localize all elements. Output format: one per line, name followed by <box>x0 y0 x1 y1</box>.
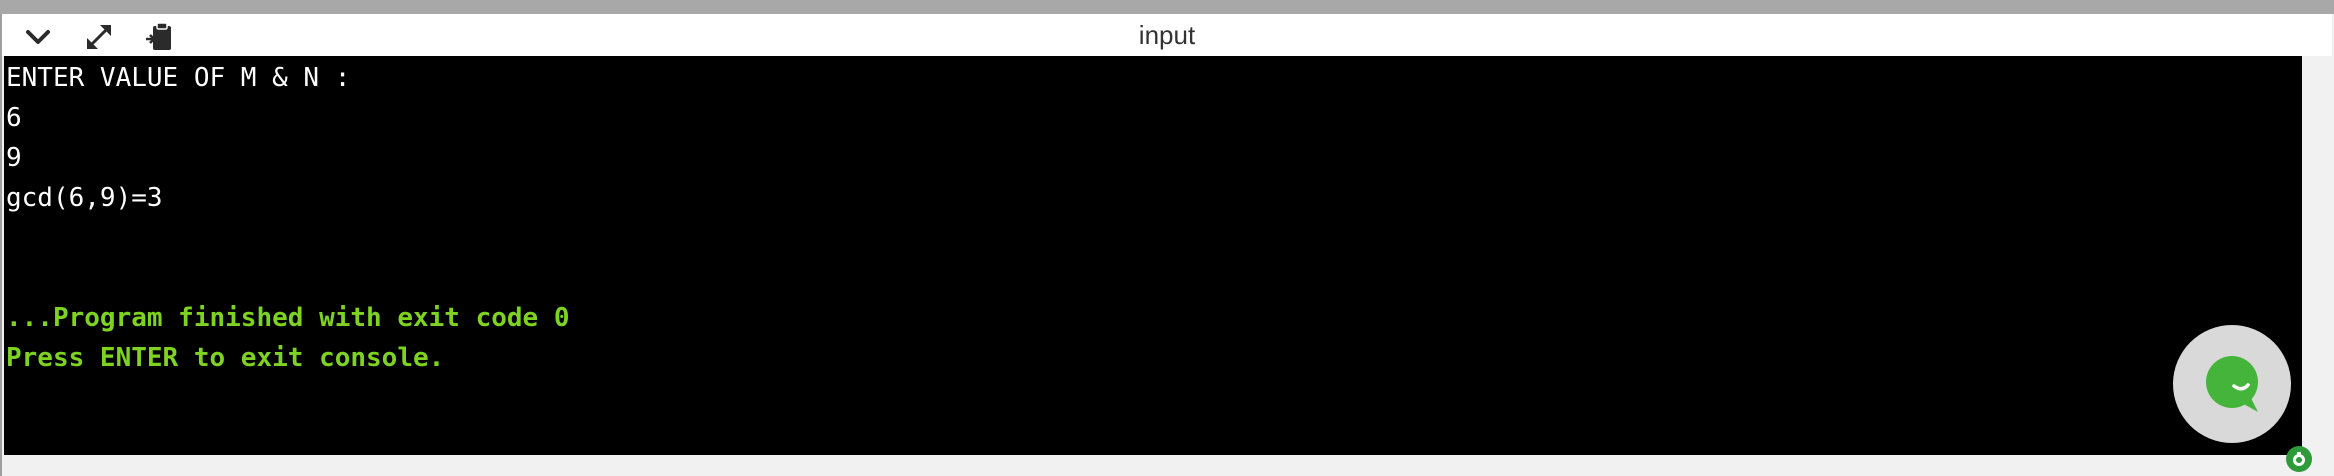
top-border-strip <box>0 0 2334 14</box>
collapse-button[interactable] <box>16 20 60 54</box>
chat-icon <box>2206 356 2258 412</box>
clipboard-paste-icon <box>146 22 171 50</box>
console-title: input <box>1138 20 1196 50</box>
exit-status-line: ...Program finished with exit code 0 <box>6 303 570 333</box>
console-line: 6 <box>6 103 22 133</box>
console-output[interactable]: ENTER VALUE OF M & N : 6 9 gcd(6,9)=3 ..… <box>4 56 2302 455</box>
chat-widget-button[interactable] <box>2173 325 2291 443</box>
paste-input-button[interactable] <box>137 20 181 54</box>
console-scroll-edge <box>2302 56 2332 455</box>
expand-button[interactable] <box>77 20 121 54</box>
console-line: 9 <box>6 143 22 173</box>
console-line: gcd(6,9)=3 <box>6 183 163 213</box>
exit-prompt-line: Press ENTER to exit console. <box>6 343 445 373</box>
support-badge-icon <box>2293 452 2305 466</box>
expand-icon <box>87 25 111 49</box>
console-toolbar: input <box>2 14 2332 56</box>
console-panel: input ENTER VALUE OF M & N: 6 9 gcd(6,9… <box>0 14 2334 476</box>
console-line: ENTER VALUE OF M & N : <box>6 63 351 93</box>
chevron-down-icon <box>26 30 50 44</box>
support-badge[interactable] <box>2286 446 2312 472</box>
online-compiler-console-window: input ENTER VALUE OF M & N: 6 9 gcd(6,9… <box>0 0 2334 476</box>
